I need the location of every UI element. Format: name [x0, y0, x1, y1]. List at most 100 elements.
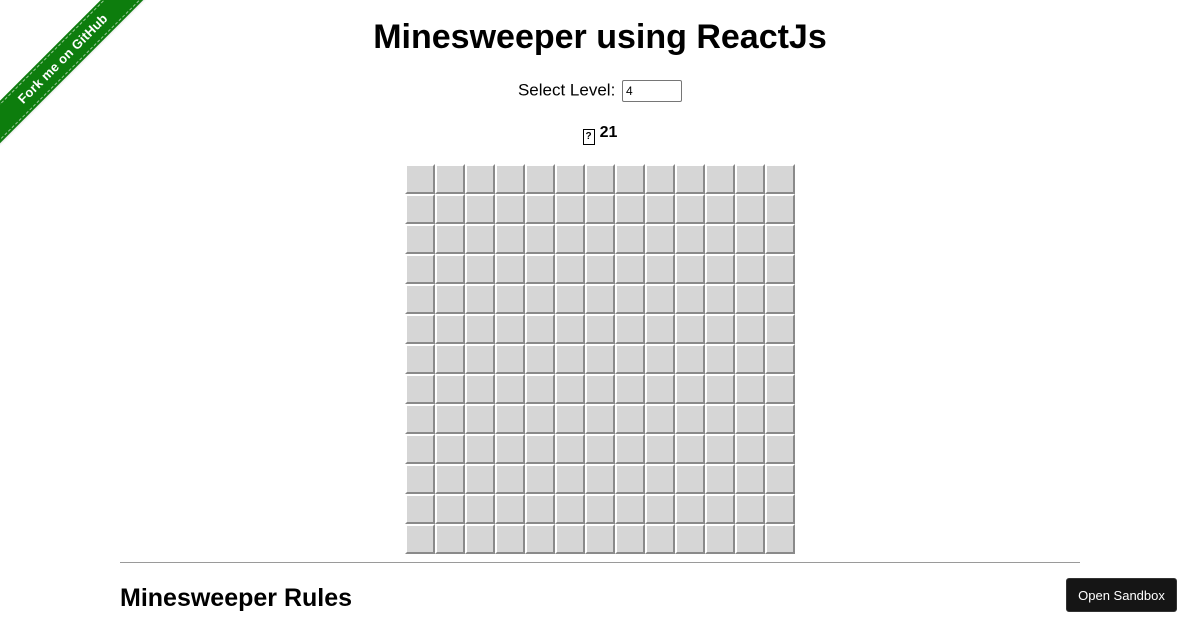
board-cell[interactable] — [765, 524, 795, 554]
board-cell[interactable] — [495, 404, 525, 434]
board-cell[interactable] — [405, 254, 435, 284]
board-cell[interactable] — [645, 524, 675, 554]
board-cell[interactable] — [405, 374, 435, 404]
board-cell[interactable] — [585, 464, 615, 494]
board-cell[interactable] — [705, 494, 735, 524]
board-cell[interactable] — [615, 194, 645, 224]
board-cell[interactable] — [405, 284, 435, 314]
board-cell[interactable] — [615, 494, 645, 524]
board-cell[interactable] — [735, 194, 765, 224]
board-cell[interactable] — [405, 314, 435, 344]
board-cell[interactable] — [525, 494, 555, 524]
board-cell[interactable] — [645, 374, 675, 404]
board-cell[interactable] — [735, 374, 765, 404]
board-cell[interactable] — [435, 404, 465, 434]
board-cell[interactable] — [465, 524, 495, 554]
board-cell[interactable] — [435, 464, 465, 494]
board-cell[interactable] — [675, 254, 705, 284]
board-cell[interactable] — [555, 434, 585, 464]
board-cell[interactable] — [465, 194, 495, 224]
board-cell[interactable] — [495, 314, 525, 344]
board-cell[interactable] — [765, 194, 795, 224]
board-cell[interactable] — [675, 314, 705, 344]
board-cell[interactable] — [555, 164, 585, 194]
board-cell[interactable] — [615, 344, 645, 374]
board-cell[interactable] — [585, 224, 615, 254]
board-cell[interactable] — [435, 224, 465, 254]
board-cell[interactable] — [405, 434, 435, 464]
board-cell[interactable] — [405, 404, 435, 434]
board-cell[interactable] — [525, 284, 555, 314]
board-cell[interactable] — [465, 284, 495, 314]
board-cell[interactable] — [405, 194, 435, 224]
board-cell[interactable] — [765, 434, 795, 464]
board-cell[interactable] — [705, 434, 735, 464]
board-cell[interactable] — [405, 494, 435, 524]
board-cell[interactable] — [555, 404, 585, 434]
board-cell[interactable] — [735, 164, 765, 194]
board-cell[interactable] — [465, 314, 495, 344]
board-cell[interactable] — [735, 314, 765, 344]
board-cell[interactable] — [585, 404, 615, 434]
board-cell[interactable] — [405, 524, 435, 554]
board-cell[interactable] — [435, 344, 465, 374]
board-cell[interactable] — [495, 224, 525, 254]
board-cell[interactable] — [735, 404, 765, 434]
board-cell[interactable] — [435, 284, 465, 314]
board-cell[interactable] — [705, 284, 735, 314]
board-cell[interactable] — [555, 254, 585, 284]
board-cell[interactable] — [585, 374, 615, 404]
board-cell[interactable] — [495, 344, 525, 374]
board-cell[interactable] — [555, 284, 585, 314]
board-cell[interactable] — [465, 434, 495, 464]
board-cell[interactable] — [525, 194, 555, 224]
board-cell[interactable] — [555, 464, 585, 494]
board-cell[interactable] — [525, 224, 555, 254]
board-cell[interactable] — [495, 494, 525, 524]
board-cell[interactable] — [585, 164, 615, 194]
board-cell[interactable] — [735, 434, 765, 464]
board-cell[interactable] — [585, 344, 615, 374]
board-cell[interactable] — [705, 314, 735, 344]
board-cell[interactable] — [495, 524, 525, 554]
board-cell[interactable] — [675, 434, 705, 464]
board-cell[interactable] — [465, 344, 495, 374]
board-cell[interactable] — [615, 434, 645, 464]
board-cell[interactable] — [405, 164, 435, 194]
board-cell[interactable] — [555, 524, 585, 554]
board-cell[interactable] — [645, 434, 675, 464]
board-cell[interactable] — [525, 164, 555, 194]
board-cell[interactable] — [735, 224, 765, 254]
board-cell[interactable] — [555, 344, 585, 374]
board-cell[interactable] — [465, 224, 495, 254]
board-cell[interactable] — [495, 164, 525, 194]
board-cell[interactable] — [645, 224, 675, 254]
board-cell[interactable] — [705, 164, 735, 194]
board-cell[interactable] — [555, 194, 585, 224]
board-cell[interactable] — [555, 224, 585, 254]
board-cell[interactable] — [495, 194, 525, 224]
board-cell[interactable] — [615, 464, 645, 494]
board-cell[interactable] — [765, 254, 795, 284]
board-cell[interactable] — [735, 524, 765, 554]
board-cell[interactable] — [435, 434, 465, 464]
board-cell[interactable] — [675, 344, 705, 374]
board-cell[interactable] — [675, 194, 705, 224]
board-cell[interactable] — [705, 464, 735, 494]
board-cell[interactable] — [765, 404, 795, 434]
board-cell[interactable] — [765, 344, 795, 374]
board-cell[interactable] — [735, 464, 765, 494]
board-cell[interactable] — [675, 464, 705, 494]
board-cell[interactable] — [555, 494, 585, 524]
board-cell[interactable] — [645, 314, 675, 344]
board-cell[interactable] — [585, 434, 615, 464]
board-cell[interactable] — [495, 374, 525, 404]
board-cell[interactable] — [705, 224, 735, 254]
board-cell[interactable] — [705, 524, 735, 554]
board-cell[interactable] — [525, 434, 555, 464]
board-cell[interactable] — [645, 254, 675, 284]
board-cell[interactable] — [645, 194, 675, 224]
board-cell[interactable] — [525, 464, 555, 494]
board-cell[interactable] — [615, 404, 645, 434]
board-cell[interactable] — [525, 524, 555, 554]
